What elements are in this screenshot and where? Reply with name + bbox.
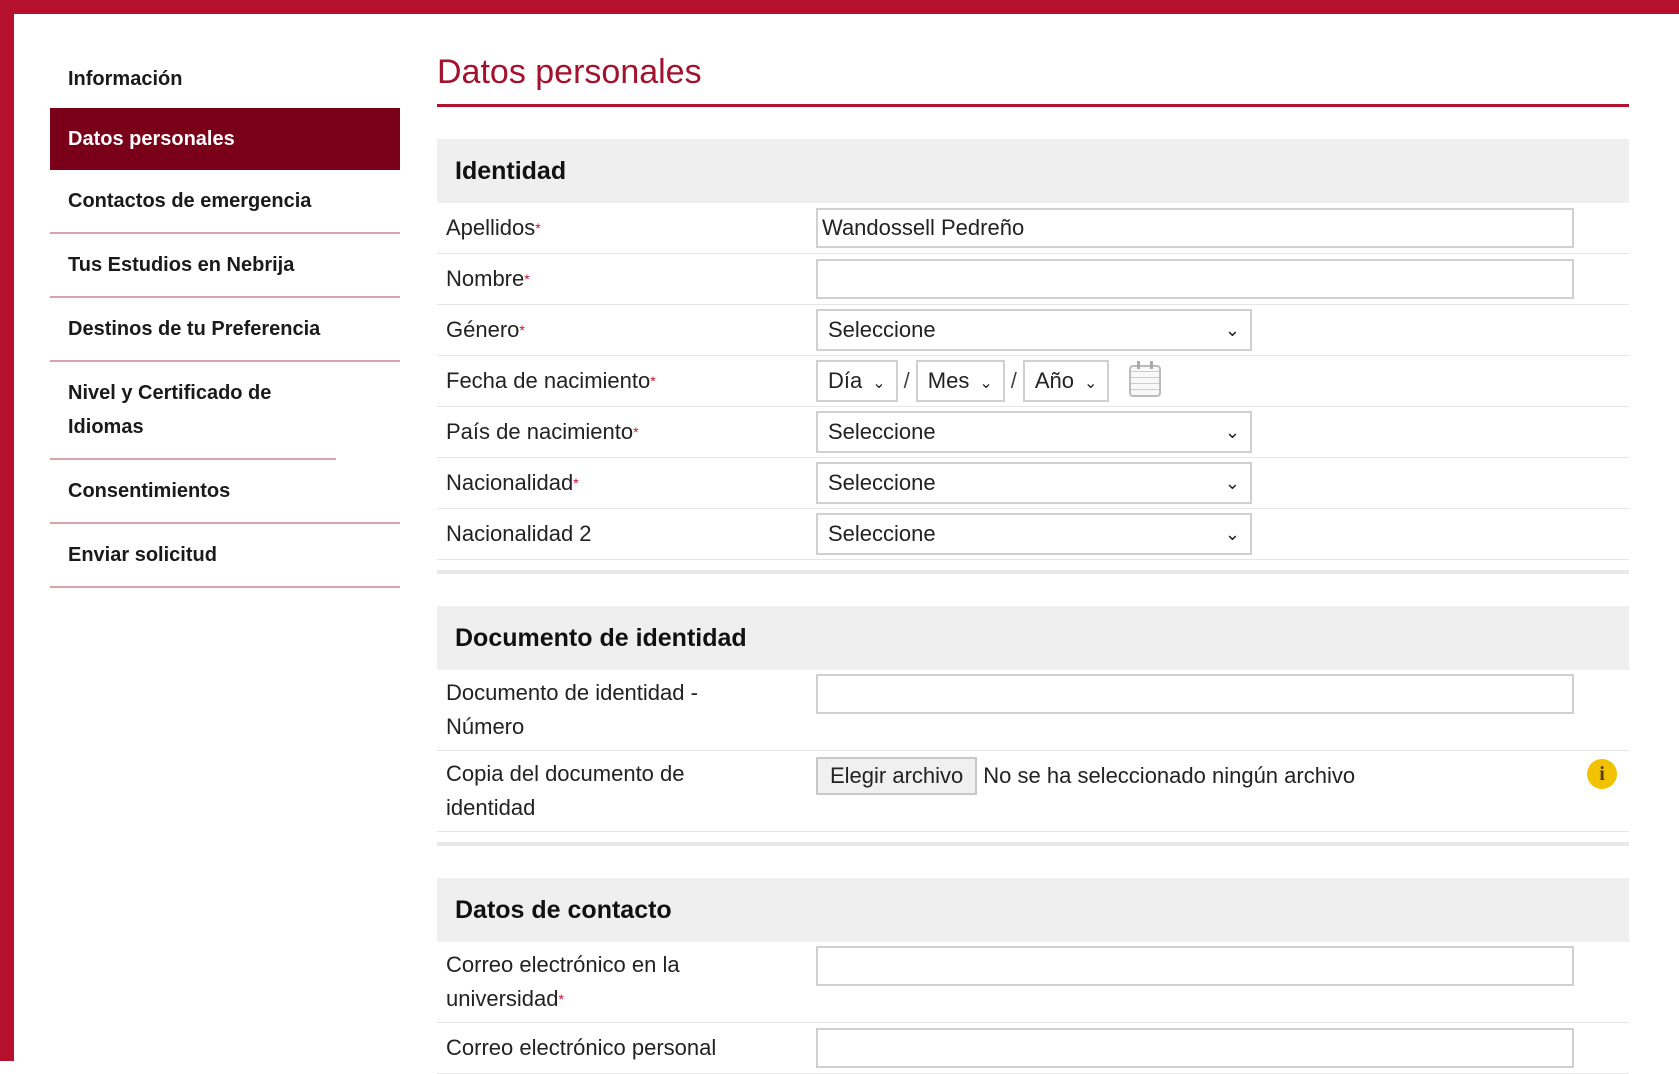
row-nacionalidad-2: Nacionalidad 2 Seleccione ⌄ [437,509,1629,560]
correo-uni-input[interactable] [816,946,1574,986]
row-genero: Género* Seleccione ⌄ [437,305,1629,356]
nacionalidad2-selected: Seleccione [828,521,936,546]
apellidos-label: Apellidos [446,215,536,240]
identity-section: Identidad Apellidos* Wandossell Pedreño … [437,139,1629,574]
sidebar-item-datos-personales[interactable]: Datos personales [50,108,400,170]
row-correo-personal: Correo electrónico personal [437,1023,1629,1074]
chevron-down-icon: ⌄ [872,375,886,392]
pais-selected: Seleccione [828,419,936,444]
calendar-icon[interactable] [1129,361,1162,397]
anio-select[interactable]: Año ⌄ [1022,360,1110,402]
row-correo-universidad: Correo electrónico en la universidad* [437,942,1629,1023]
sidebar-item-nivel-idiomas[interactable]: Nivel y Certificado de Idiomas [50,362,336,460]
required-marker: * [573,475,579,491]
sidebar-item-estudios-nebrija[interactable]: Tus Estudios en Nebrija [50,234,400,298]
row-fecha-nacimiento: Fecha de nacimiento* Día ⌄ / Mes ⌄ / Año ⌄ [437,356,1629,407]
pais-select[interactable]: Seleccione ⌄ [816,411,1252,453]
fecha-label: Fecha de nacimiento [446,368,651,393]
nacionalidad-selected: Seleccione [828,470,936,495]
sidebar-item-enviar-solicitud[interactable]: Enviar solicitud [50,524,400,588]
sidebar-item-consentimientos[interactable]: Consentimientos [50,460,400,524]
required-marker: * [650,373,656,389]
chevron-down-icon: ⌄ [1224,320,1240,340]
documento-numero-label: Documento de identidad - Número [446,680,698,739]
correo-personal-label: Correo electrónico personal [446,1035,717,1060]
file-status-text: No se ha seleccionado ningún archivo [983,763,1356,788]
genero-label: Género [446,317,520,342]
sidebar-item-contactos-emergencia[interactable]: Contactos de emergencia [50,170,400,234]
row-nacionalidad: Nacionalidad* Seleccione ⌄ [437,458,1629,509]
chevron-down-icon: ⌄ [1224,422,1240,442]
document-section: Documento de identidad Documento de iden… [437,606,1629,846]
nacionalidad-label: Nacionalidad [446,470,574,495]
required-marker: * [535,220,541,236]
required-marker: * [633,424,639,440]
required-marker: * [558,991,564,1007]
genero-selected: Seleccione [828,317,936,342]
row-documento-numero: Documento de identidad - Número [437,670,1629,751]
anio-selected: Año [1034,368,1075,393]
row-documento-copia: Copia del documento de identidad Elegir … [437,751,1629,832]
row-nombre: Nombre* [437,254,1629,305]
nombre-input[interactable] [816,259,1574,299]
nombre-label: Nombre [446,266,525,291]
dia-select[interactable]: Día ⌄ [816,360,898,402]
mes-selected: Mes [927,368,970,393]
contact-section: Datos de contacto Correo electrónico en … [437,878,1629,1074]
chevron-down-icon: ⌄ [1224,473,1240,493]
required-marker: * [519,322,525,338]
section-heading-contacto: Datos de contacto [437,878,1629,942]
required-marker: * [524,271,530,287]
documento-copia-label: Copia del documento de identidad [446,761,685,820]
correo-personal-input[interactable] [816,1028,1574,1068]
chevron-down-icon: ⌄ [979,375,993,392]
documento-numero-input[interactable] [816,674,1574,714]
mes-select[interactable]: Mes ⌄ [915,360,1005,402]
date-separator: / [1010,368,1017,393]
section-heading-documento: Documento de identidad [437,606,1629,670]
choose-file-button[interactable]: Elegir archivo [816,757,978,795]
chevron-down-icon: ⌄ [1224,524,1240,544]
genero-select[interactable]: Seleccione ⌄ [816,309,1252,351]
main-content: Datos personales Identidad Apellidos* Wa… [437,52,1629,1074]
row-pais-nacimiento: País de nacimiento* Seleccione ⌄ [437,407,1629,458]
sidebar-nav: Información Datos personales Contactos d… [50,56,400,588]
section-divider [437,842,1629,846]
nacionalidad2-select[interactable]: Seleccione ⌄ [816,513,1252,555]
pais-label: País de nacimiento [446,419,634,444]
sidebar-item-informacion[interactable]: Información [50,56,400,108]
date-separator: / [903,368,910,393]
nacionalidad2-label: Nacionalidad 2 [446,521,592,546]
section-heading-identidad: Identidad [437,139,1629,203]
section-divider [437,570,1629,574]
page-title: Datos personales [437,52,1629,107]
apellidos-input[interactable]: Wandossell Pedreño [816,208,1574,248]
chevron-down-icon: ⌄ [1084,375,1098,392]
sidebar-item-destinos-preferencia[interactable]: Destinos de tu Preferencia [50,298,400,362]
nacionalidad-select[interactable]: Seleccione ⌄ [816,462,1252,504]
info-icon[interactable]: i [1587,759,1617,789]
dia-selected: Día [828,368,863,393]
row-apellidos: Apellidos* Wandossell Pedreño [437,203,1629,254]
